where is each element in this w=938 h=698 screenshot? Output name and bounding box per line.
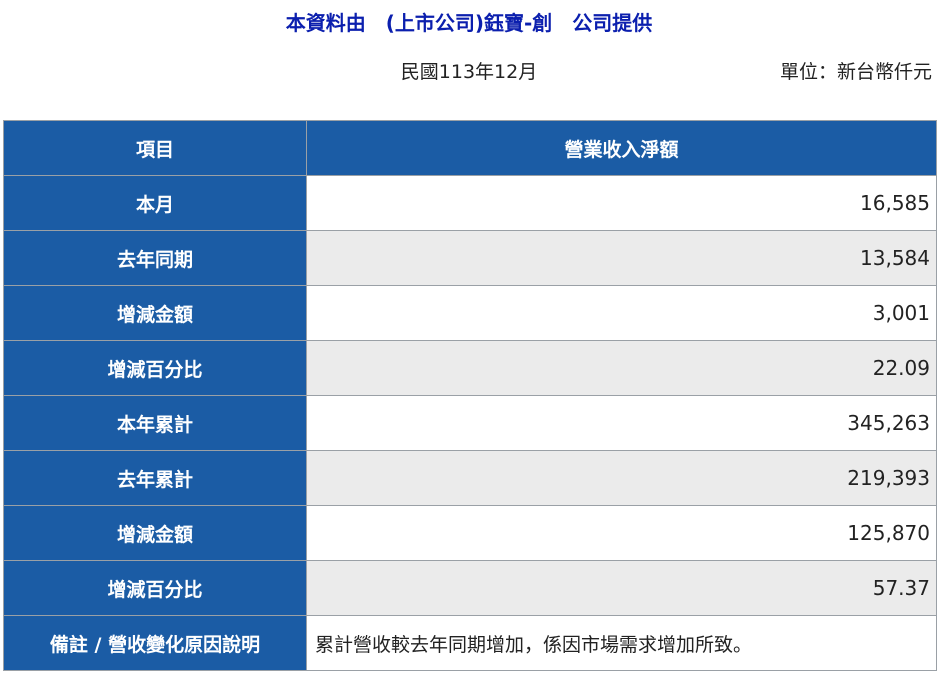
column-header-item: 項目 <box>3 120 307 176</box>
value-last-year-cumulative: 219,393 <box>306 450 937 506</box>
row-label-note: 備註 / 營收變化原因說明 <box>3 615 307 671</box>
value-ytd-cumulative: 345,263 <box>306 395 937 451</box>
value-last-year-same-period: 13,584 <box>306 230 937 286</box>
row-label-current-month: 本月 <box>3 175 307 231</box>
row-label-cumulative-change-percent: 增減百分比 <box>3 560 307 616</box>
value-monthly-change-amount: 3,001 <box>306 285 937 341</box>
table-row: 增減金額 125,870 <box>3 505 937 561</box>
note-text: 累計營收較去年同期增加，係因市場需求增加所致。 <box>306 615 937 671</box>
currency-unit: 單位：新台幣仟元 <box>779 61 932 83</box>
table-row: 去年同期 13,584 <box>3 230 937 286</box>
value-monthly-change-percent: 22.09 <box>306 340 937 396</box>
table-row-note: 備註 / 營收變化原因說明 累計營收較去年同期增加，係因市場需求增加所致。 <box>3 615 937 671</box>
row-label-cumulative-change-amount: 增減金額 <box>3 505 307 561</box>
value-current-month: 16,585 <box>306 175 937 231</box>
table-row: 本年累計 345,263 <box>3 395 937 451</box>
row-label-last-year-same-period: 去年同期 <box>3 230 307 286</box>
value-cumulative-change-percent: 57.37 <box>306 560 937 616</box>
value-cumulative-change-amount: 125,870 <box>306 505 937 561</box>
row-label-monthly-change-percent: 增減百分比 <box>3 340 307 396</box>
report-title: 本資料由 (上市公司)鈺寶-創 公司提供 <box>285 11 653 35</box>
revenue-table: 項目 營業收入淨額 本月 16,585 去年同期 13,584 增減金額 3,0… <box>3 120 937 671</box>
row-label-monthly-change-amount: 增減金額 <box>3 285 307 341</box>
column-header-revenue: 營業收入淨額 <box>306 120 937 176</box>
table-header-row: 項目 營業收入淨額 <box>3 120 937 176</box>
table-row: 增減百分比 22.09 <box>3 340 937 396</box>
table-row: 本月 16,585 <box>3 175 937 231</box>
table-row: 去年累計 219,393 <box>3 450 937 506</box>
row-label-last-year-cumulative: 去年累計 <box>3 450 307 506</box>
row-label-ytd-cumulative: 本年累計 <box>3 395 307 451</box>
table-row: 增減金額 3,001 <box>3 285 937 341</box>
table-row: 增減百分比 57.37 <box>3 560 937 616</box>
